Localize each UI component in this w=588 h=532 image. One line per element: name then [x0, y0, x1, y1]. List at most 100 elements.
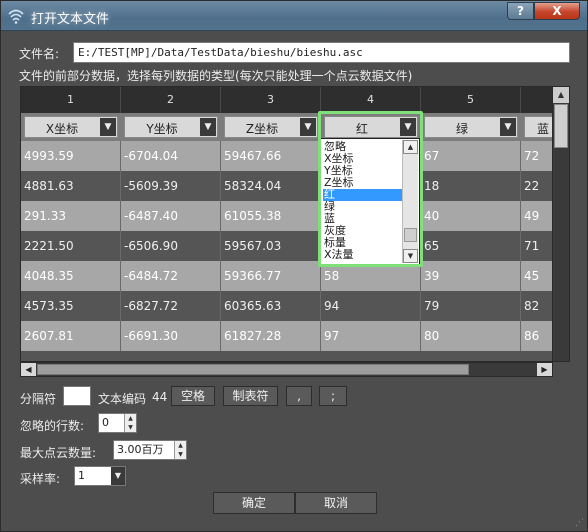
dropdown-option[interactable]: Z坐标 — [323, 177, 403, 189]
column-type-select-2[interactable]: Y坐标 ▼ — [124, 116, 218, 138]
encoding-label: 文本编码 — [98, 392, 147, 406]
column-type-select-4[interactable]: 红 ▼ — [324, 116, 418, 138]
scroll-right-icon[interactable]: ▶ — [537, 363, 552, 376]
column-header-4: 4 — [321, 87, 421, 113]
separator-input[interactable] — [63, 386, 91, 406]
column-type-dropdown-list[interactable]: 忽略 X坐标 Y坐标 Z坐标 红 绿 蓝 灰度 标量 X法量 ▲ ▼ — [320, 138, 420, 265]
table-cell: 59467.66 — [221, 141, 321, 171]
sampling-combo[interactable]: 1 ▼ — [74, 466, 126, 486]
column-header-5: 5 — [421, 87, 521, 113]
column-header-3: 3 — [221, 87, 321, 113]
table-cell: 59567.03 — [221, 231, 321, 261]
scroll-thumb[interactable] — [37, 364, 469, 375]
table-cell: 67 — [421, 141, 521, 171]
table-row: 2221.50 -6506.90 59567.03 65 71 — [21, 231, 552, 261]
resize-grip-icon[interactable]: ⋰ — [575, 518, 584, 528]
scroll-thumb[interactable] — [404, 228, 417, 242]
scroll-down-icon[interactable]: ▼ — [403, 249, 418, 263]
max-points-label: 最大点云数量: — [20, 446, 97, 460]
table-cell: 61827.28 — [221, 321, 321, 351]
chevron-down-icon: ▼ — [500, 118, 516, 136]
wifi-signal-icon — [7, 7, 25, 25]
dropdown-option-selected[interactable]: 红 — [323, 189, 403, 201]
table-cell: -5609.39 — [121, 171, 221, 201]
table-cell: 97 — [321, 321, 421, 351]
column-type-select-1[interactable]: X坐标 ▼ — [24, 116, 118, 138]
separator-label: 分隔符 — [20, 392, 57, 406]
table-cell: 71 — [524, 239, 540, 253]
column-header-6 — [521, 87, 552, 113]
table-cell: 72 — [524, 149, 540, 163]
column-header-2: 2 — [121, 87, 221, 113]
table-cell: 80 — [421, 321, 521, 351]
max-points-value: 3.00百万 — [117, 443, 164, 456]
table-cell: -6506.90 — [121, 231, 221, 261]
table-cell: 58324.04 — [221, 171, 321, 201]
instruction-text: 文件的前部分数据，选择每列数据的类型(每次只能处理一个点云数据文件) — [19, 69, 413, 83]
scroll-up-icon[interactable]: ▲ — [553, 87, 569, 103]
chevron-down-icon: ▼ — [100, 118, 116, 136]
spinner-arrows-icon[interactable]: ▲ ▼ — [174, 441, 186, 459]
table-cell: 86 — [524, 329, 540, 343]
chevron-down-icon: ▼ — [400, 118, 416, 136]
encoding-value: 44 — [152, 390, 168, 404]
table-cell: 18 — [421, 171, 521, 201]
scroll-up-icon[interactable]: ▲ — [403, 140, 418, 154]
table-cell: 40 — [421, 201, 521, 231]
table-row: 4573.35 -6827.72 60365.63 94 79 82 — [21, 291, 552, 321]
table-cell: 2607.81 — [21, 321, 121, 351]
table-cell: 39 — [421, 261, 521, 291]
column-type-select-5[interactable]: 绿 ▼ — [424, 116, 518, 138]
table-cell: 65 — [421, 231, 521, 261]
scroll-thumb[interactable] — [554, 104, 568, 148]
grid-vertical-scrollbar[interactable]: ▲ — [552, 86, 570, 362]
skip-rows-label: 忽略的行数: — [20, 419, 85, 433]
filename-label: 文件名: — [19, 47, 60, 61]
spinner-arrows-icon[interactable]: ▲ ▼ — [124, 414, 136, 432]
sampling-label: 采样率: — [20, 472, 61, 486]
column-type-row: X坐标 ▼ Y坐标 ▼ Z坐标 ▼ 红 ▼ 绿 ▼ 蓝 — [21, 113, 552, 141]
table-cell: 60365.63 — [221, 291, 321, 321]
table-cell: -6487.40 — [121, 201, 221, 231]
table-cell: 58 — [321, 261, 421, 291]
table-row: 291.33 -6487.40 61055.38 40 49 — [21, 201, 552, 231]
dropdown-scrollbar[interactable]: ▲ ▼ — [402, 140, 418, 263]
sampling-value: 1 — [78, 469, 85, 482]
table-cell: 59366.77 — [221, 261, 321, 291]
skip-rows-spinner[interactable]: 0 ▲ ▼ — [98, 413, 137, 433]
help-button[interactable]: ? — [507, 2, 534, 20]
chevron-down-icon: ▼ — [200, 118, 216, 136]
table-cell: 94 — [321, 291, 421, 321]
column-type-select-3[interactable]: Z坐标 ▼ — [224, 116, 318, 138]
table-cell: 49 — [524, 209, 540, 223]
cancel-button[interactable]: 取消 — [295, 492, 377, 514]
title-bar[interactable]: 打开文本文件 ? X — [1, 1, 587, 31]
chevron-down-icon[interactable]: ▼ — [111, 467, 125, 485]
data-preview-grid: 1 2 3 4 5 X坐标 ▼ Y坐标 ▼ Z坐标 ▼ 红 ▼ 绿 ▼ 蓝 49… — [20, 86, 553, 362]
grid-horizontal-scrollbar[interactable]: ◀ ▶ — [20, 362, 553, 377]
space-separator-button[interactable]: 空格 — [171, 386, 215, 406]
filename-field[interactable]: E:/TEST[MP]/Data/TestData/bieshu/bieshu.… — [73, 42, 570, 63]
column-type-select-6[interactable]: 蓝 — [524, 116, 552, 138]
table-cell: 4573.35 — [21, 291, 121, 321]
table-cell: 291.33 — [21, 201, 121, 231]
comma-separator-button[interactable]: , — [286, 386, 312, 406]
table-cell: 61055.38 — [221, 201, 321, 231]
table-row — [21, 351, 552, 361]
table-row: 2607.81 -6691.30 61827.28 97 80 86 — [21, 321, 552, 351]
ok-button[interactable]: 确定 — [213, 492, 295, 514]
table-cell: 2221.50 — [21, 231, 121, 261]
table-cell: 79 — [421, 291, 521, 321]
chevron-down-icon: ▼ — [300, 118, 316, 136]
table-cell: 4881.63 — [21, 171, 121, 201]
semicolon-separator-button[interactable]: ; — [319, 386, 347, 406]
dropdown-option[interactable]: X法量 — [323, 249, 403, 261]
dropdown-option[interactable]: 绿 — [323, 201, 403, 213]
table-cell: 22 — [524, 179, 540, 193]
column-header-1: 1 — [21, 87, 121, 113]
tab-separator-button[interactable]: 制表符 — [223, 386, 278, 406]
close-button[interactable]: X — [534, 2, 580, 20]
scroll-left-icon[interactable]: ◀ — [21, 363, 36, 376]
max-points-spinner[interactable]: 3.00百万 ▲ ▼ — [113, 440, 187, 460]
open-text-file-dialog: 打开文本文件 ? X 文件名: E:/TEST[MP]/Data/TestDat… — [0, 0, 588, 532]
